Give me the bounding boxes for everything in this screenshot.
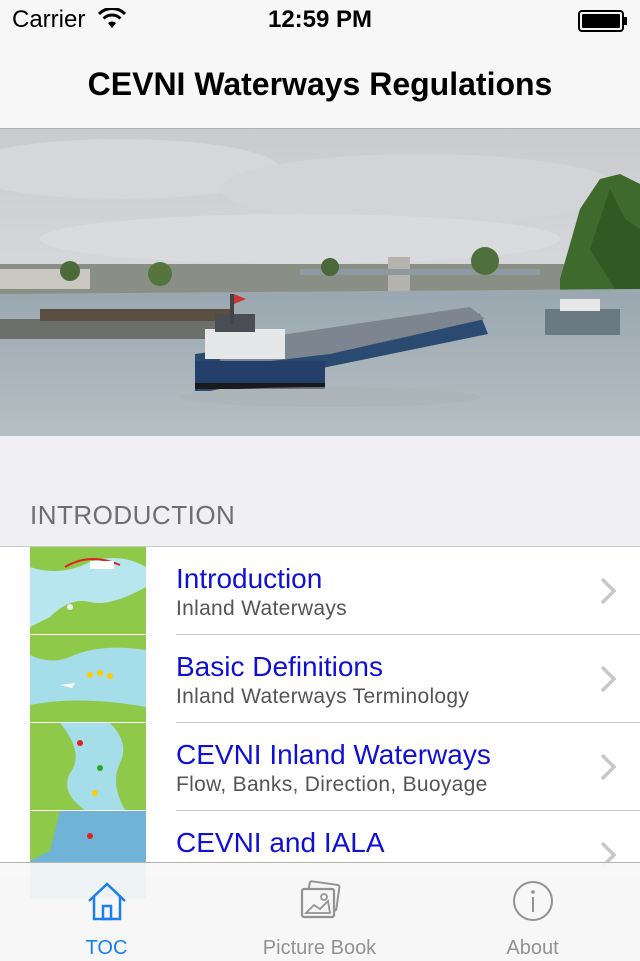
tab-toc[interactable]: TOC [0, 863, 213, 961]
row-subtitle: Inland Waterways Terminology [176, 685, 470, 708]
chevron-right-icon [600, 665, 616, 693]
list-item[interactable]: CEVNI Inland Waterways Flow, Banks, Dire… [0, 723, 640, 811]
tab-picture-book[interactable]: Picture Book [213, 863, 426, 961]
row-title: Basic Definitions [176, 651, 383, 682]
row-subtitle: Flow, Banks, Direction, Buoyage [176, 773, 488, 796]
list-item[interactable]: Introduction Inland Waterways [0, 547, 640, 635]
tab-bar: TOC Picture Book About [0, 862, 640, 961]
tab-label: TOC [85, 937, 128, 959]
list-item[interactable]: Basic Definitions Inland Waterways Termi… [0, 635, 640, 723]
section-header-introduction: INTRODUCTION [30, 500, 236, 530]
tab-label: About [506, 937, 559, 959]
navigation-bar: CEVNI Waterways Regulations [0, 40, 640, 129]
row-title: CEVNI Inland Waterways [176, 739, 491, 770]
tab-label: Picture Book [262, 937, 377, 959]
row-title: CEVNI and IALA [176, 827, 385, 858]
info-icon [512, 881, 553, 921]
page-title: CEVNI Waterways Regulations [87, 66, 553, 102]
chart-thumbnail [30, 635, 146, 722]
chart-thumbnail [30, 547, 146, 634]
status-bar: Carrier 12:59 PM [0, 0, 640, 40]
row-title: Introduction [176, 563, 323, 594]
clock: 12:59 PM [267, 6, 373, 33]
chart-thumbnail [30, 723, 146, 810]
chevron-right-icon [600, 753, 616, 781]
toc-list: Introduction Inland Waterways Basic Defi… [0, 546, 640, 898]
tab-about[interactable]: About [426, 863, 639, 961]
chevron-right-icon [600, 577, 616, 605]
hero-barge-photo [0, 129, 640, 436]
battery-icon [578, 10, 627, 32]
house-icon [87, 882, 126, 921]
row-subtitle: Inland Waterways [176, 597, 347, 620]
photos-icon [300, 880, 340, 919]
